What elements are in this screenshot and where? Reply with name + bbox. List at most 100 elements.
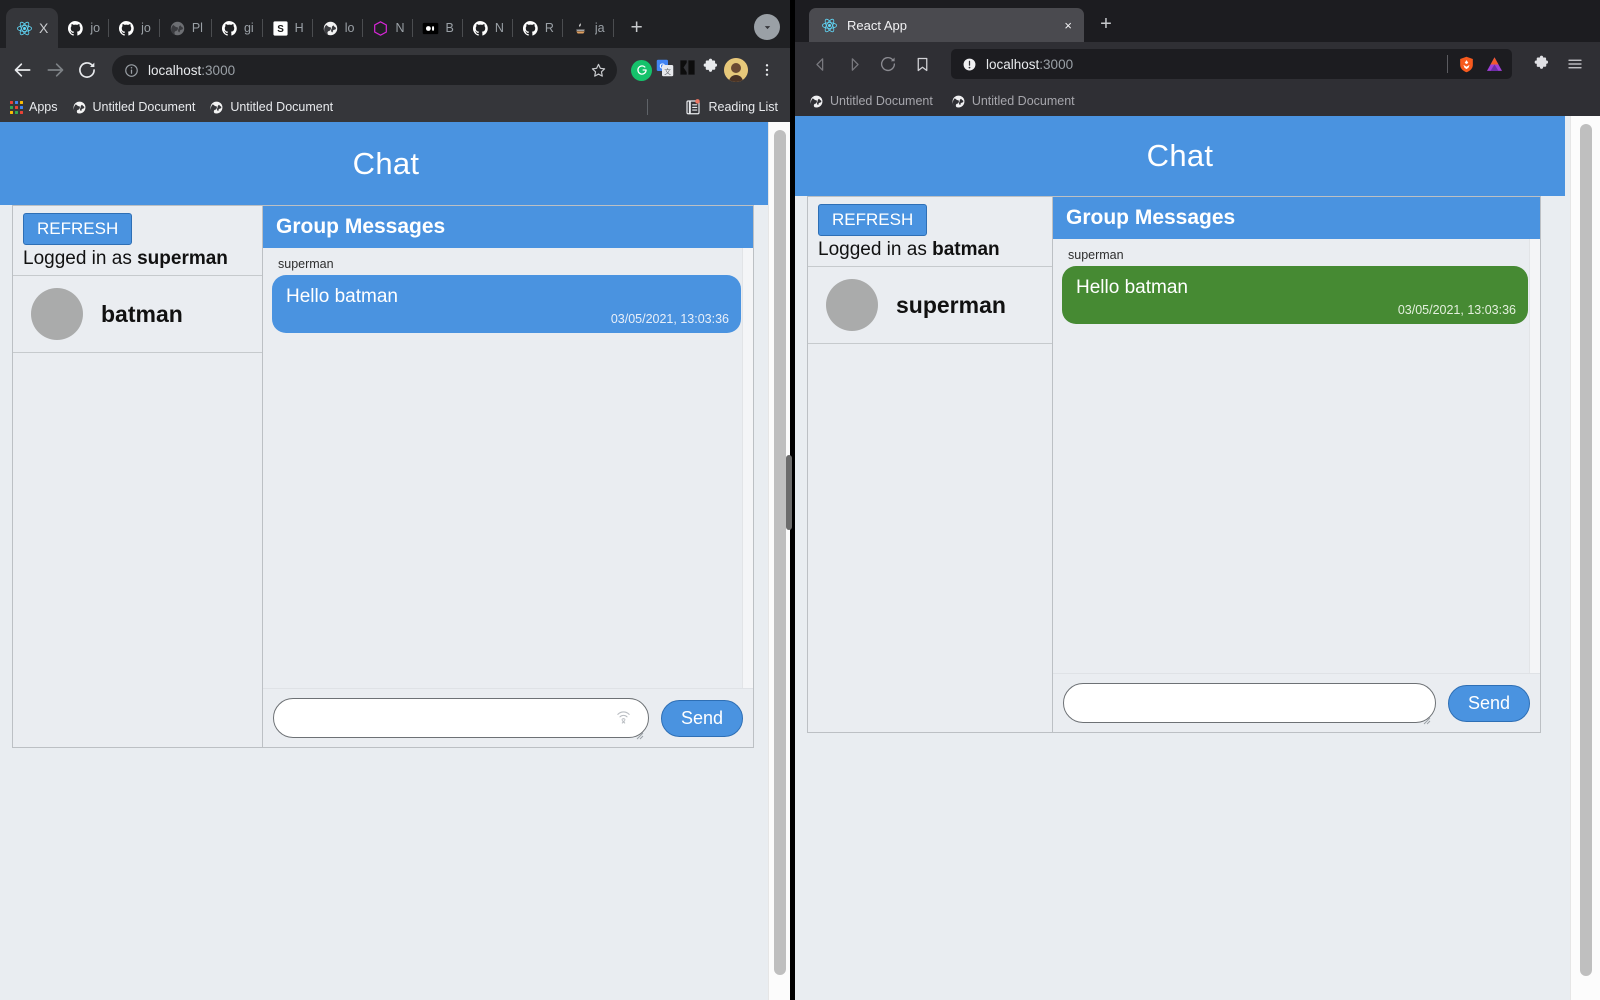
reload-icon[interactable] [72,55,102,85]
grammarly-icon[interactable] [631,59,652,81]
message-list-left[interactable]: superman Hello batman 03/05/2021, 13:03:… [263,248,753,689]
list-item[interactable]: superman [808,267,1052,344]
message-input-left[interactable] [273,698,649,740]
address-bar[interactable]: localhost:3000 [951,49,1512,79]
tab-title: Pl [191,21,203,35]
scrollbar-thumb[interactable] [1580,124,1592,976]
address-bar[interactable]: localhost:3000 [112,55,617,85]
tab-close-icon[interactable]: × [1064,18,1072,33]
bookmark-item-1[interactable]: Untitled Document [951,94,1075,109]
compose-row-left: Send [263,689,753,747]
refresh-button[interactable]: REFRESH [818,204,928,236]
users-pane-left: REFRESH Logged in as superman batman [12,205,262,748]
reading-list-label: Reading List [708,100,779,114]
messages-pane-left: Group Messages superman Hello batman 03/… [262,205,754,748]
star-icon[interactable] [590,62,607,79]
list-item[interactable]: batman [13,276,262,353]
browser-tab-3[interactable]: Pl [160,8,213,48]
browser-tab-11[interactable]: ja [563,8,614,48]
browser-tab-6[interactable]: lo [313,8,364,48]
dictation-off-icon[interactable] [615,708,632,730]
browser-tab-4[interactable]: gi [212,8,263,48]
logged-in-username: superman [137,248,228,269]
user-avatar [31,288,83,340]
brave-tab-strip: React App × + [795,0,1600,42]
send-button-right[interactable]: Send [1447,684,1530,722]
refresh-wrap: REFRESH [808,197,1052,236]
tab-title: H [294,21,304,35]
window-divider-scroll-thumb[interactable] [786,455,792,530]
back-arrow-icon[interactable] [8,55,38,85]
bookmark-item-1[interactable]: Untitled Document [209,100,333,115]
page-scrollbar-left[interactable] [768,122,790,1000]
profile-avatar[interactable] [724,58,748,82]
brave-rewards-icon[interactable] [1485,55,1504,74]
message-list-right[interactable]: superman Hello batman 03/05/2021, 13:03:… [1053,239,1540,674]
medium-icon [423,22,439,34]
message-body: Hello batman [1076,277,1188,298]
url-text: localhost:3000 [148,63,581,78]
browser-tab-9[interactable]: N [463,8,513,48]
tab-close-icon[interactable]: X [39,21,48,35]
back-arrow-icon[interactable] [805,49,835,79]
stackoverflow-s-icon: S [273,20,288,36]
tabstrip-dropdown-icon[interactable] [754,14,780,40]
message-item: superman Hello batman 03/05/2021, 13:03:… [272,254,741,333]
tab-title: N [395,21,405,35]
bookmark-apps[interactable]: Apps [10,100,58,114]
brave-shields-icon[interactable] [1457,55,1476,74]
puzzle-extensions-icon[interactable] [1526,49,1556,79]
hexagon-icon [374,20,388,36]
chrome-toolbar: localhost:3000 G文 [0,48,790,92]
browser-tab-8[interactable]: B [413,8,464,48]
browser-tab-1[interactable]: jo [58,8,109,48]
message-list-scrollbar[interactable] [742,248,753,688]
github-icon [119,20,134,36]
page-scrollbar-right[interactable] [1570,116,1600,1000]
browser-tab-active[interactable]: X [6,8,59,48]
logged-in-username: batman [932,239,1000,260]
mailtrack-icon[interactable] [678,58,697,82]
hamburger-menu-icon[interactable] [1560,49,1590,79]
browser-tab-10[interactable]: R [513,8,563,48]
new-tab-button[interactable]: + [622,13,652,43]
url-host: localhost [986,56,1040,72]
java-icon [576,21,585,33]
resize-grip-icon[interactable] [1423,712,1431,725]
globe-icon [952,95,965,107]
browser-tab-7[interactable]: N [363,8,414,48]
reload-icon[interactable] [873,49,903,79]
message-timestamp: 03/05/2021, 13:03:36 [1397,303,1516,317]
puzzle-extensions-icon[interactable] [701,58,720,82]
group-messages-title-right: Group Messages [1053,197,1540,239]
scrollbar-thumb[interactable] [774,130,786,975]
google-translate-icon[interactable]: G文 [656,59,674,82]
message-input-right[interactable] [1063,683,1436,725]
browser-tab-2[interactable]: jo [109,8,160,48]
tab-title: jo [141,21,151,35]
github-icon [68,20,84,36]
reading-list-button[interactable]: Reading List [684,98,779,116]
refresh-button[interactable]: REFRESH [23,213,133,245]
send-button-left[interactable]: Send [660,699,743,737]
resize-grip-icon[interactable] [636,727,644,740]
bookmark-label: Untitled Document [92,100,196,114]
bookmark-item-0[interactable]: Untitled Document [809,94,933,109]
forward-arrow-icon[interactable] [40,55,70,85]
three-dot-menu-icon[interactable] [752,55,782,85]
forward-arrow-icon[interactable] [839,49,869,79]
browser-tab-5[interactable]: S H [263,8,313,48]
users-pane-right: REFRESH Logged in as batman superman [807,196,1052,733]
bookmark-item-0[interactable]: Untitled Document [72,100,196,115]
message-list-scrollbar[interactable] [1529,239,1540,673]
omnibox-divider [1447,55,1448,73]
globe-icon [73,101,85,113]
message-item: superman Hello batman 03/05/2021, 13:03:… [1062,245,1528,324]
logged-in-prefix: Logged in as [818,239,933,260]
bookmark-icon[interactable] [907,49,937,79]
tab-title: ja [594,21,605,35]
browser-tab-active[interactable]: React App × [809,8,1084,42]
chat-app-right: REFRESH Logged in as batman superman Gro… [795,196,1565,733]
new-tab-button[interactable]: + [1092,10,1120,38]
logged-in-prefix: Logged in as [23,248,138,269]
